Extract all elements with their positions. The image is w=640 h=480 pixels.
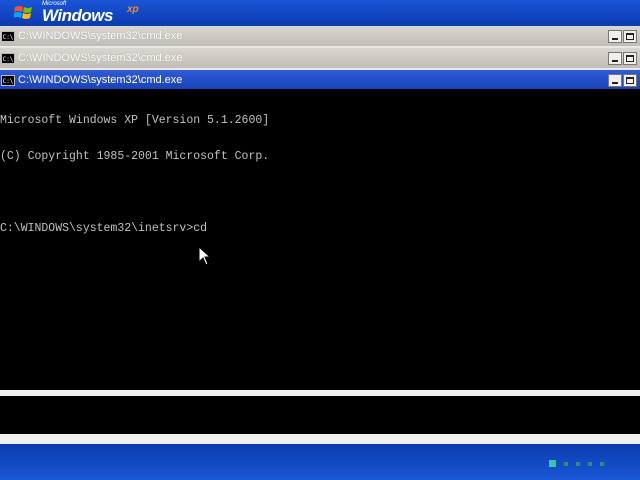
maximize-icon[interactable]: [623, 73, 637, 87]
cmd-window-1-titlebar[interactable]: C:\ C:\WINDOWS\system32\cmd.exe: [0, 26, 640, 46]
window-title: C:\WINDOWS\system32\cmd.exe: [18, 30, 183, 42]
console-prompt-line: C:\WINDOWS\system32\inetsrv>cd: [0, 222, 208, 235]
desktop-bottom-band: [0, 444, 640, 480]
maximize-icon[interactable]: [623, 51, 637, 65]
titlebar-buttons: [608, 73, 637, 87]
minimize-icon[interactable]: [608, 51, 622, 65]
titlebar-buttons: [608, 29, 637, 43]
cmd-window-icon[interactable]: C:\: [1, 30, 15, 42]
window-title: C:\WINDOWS\system32\cmd.exe: [18, 52, 183, 64]
progress-dot: [588, 461, 592, 466]
mouse-pointer-icon: [198, 246, 212, 266]
progress-dot: [564, 461, 568, 466]
progress-dot: [576, 461, 580, 466]
console-line: Microsoft Windows XP [Version 5.1.2600]: [0, 114, 270, 127]
cmd-window-icon[interactable]: C:\: [1, 74, 15, 86]
console-line: (C) Copyright 1985-2001 Microsoft Corp.: [0, 150, 270, 163]
console-output[interactable]: Microsoft Windows XP [Version 5.1.2600] …: [0, 89, 640, 390]
cmd-window-icon[interactable]: C:\: [1, 52, 15, 64]
cmd-window-2-titlebar[interactable]: C:\ C:\WINDOWS\system32\cmd.exe: [0, 48, 640, 68]
logo-xp-text: xp: [127, 4, 139, 15]
window-title: C:\WINDOWS\system32\cmd.exe: [18, 74, 183, 86]
minimize-icon[interactable]: [608, 29, 622, 43]
minimize-icon[interactable]: [608, 73, 622, 87]
titlebar-buttons: [608, 51, 637, 65]
desktop-top-band: Microsoft Windows xp: [0, 0, 640, 25]
cmd-window-3-titlebar[interactable]: C:\ C:\WINDOWS\system32\cmd.exe: [0, 70, 640, 90]
boot-progress-indicator: [549, 460, 604, 467]
maximize-icon[interactable]: [623, 29, 637, 43]
lower-console-area[interactable]: [0, 396, 640, 434]
logo-windows-text: Windows: [42, 6, 113, 25]
progress-dot: [600, 461, 604, 466]
progress-dot: [549, 460, 556, 467]
windows-flag-icon: [14, 6, 32, 19]
